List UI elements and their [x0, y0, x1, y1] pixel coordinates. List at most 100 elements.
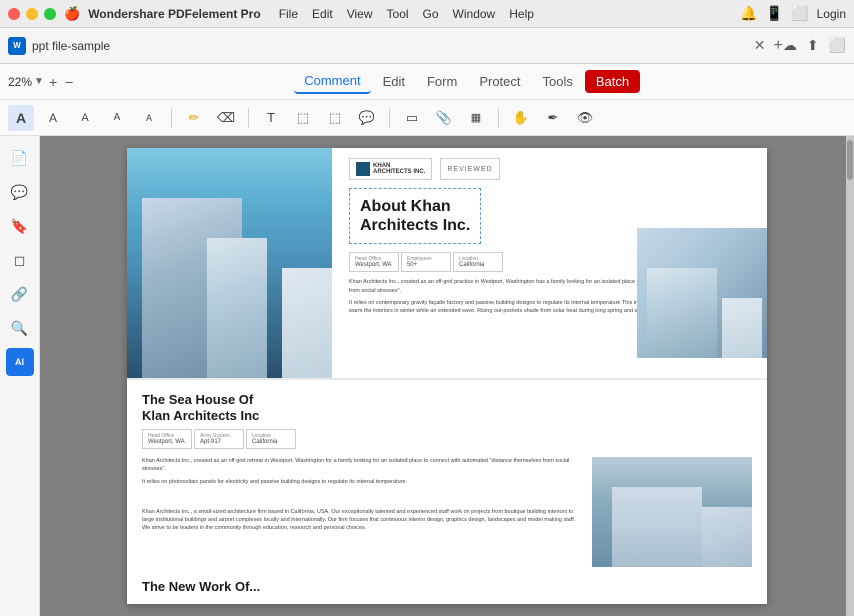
two-col-layout: Khan Architects Inc., created as an off-… — [142, 457, 752, 567]
col-building-shape — [612, 487, 702, 567]
font-style-a4-button[interactable]: A — [136, 105, 162, 131]
page-bottom-section: The Sea House OfKlan Architects Inc Head… — [127, 380, 767, 579]
comment-tool-button[interactable]: 💬 — [354, 105, 380, 131]
building-image-left — [127, 148, 332, 378]
scrollbar[interactable] — [846, 136, 854, 616]
bottom-info-cell-2: Location California — [246, 429, 296, 449]
bottom-body-text-2: It relies on photovoltaic panels for ele… — [142, 478, 580, 486]
menu-view[interactable]: View — [341, 5, 379, 23]
login-button[interactable]: Login — [817, 7, 846, 21]
nav-tabs: Comment Edit Form Protect Tools Batch — [88, 69, 846, 94]
share-icon[interactable]: ⬜ — [791, 5, 808, 22]
sidebar-icon-layers[interactable]: ◻ — [6, 246, 34, 274]
info-cell-2: Location California — [453, 252, 503, 272]
page-footer-section: The New Work Of... — [127, 579, 767, 602]
font-style-bold-button[interactable]: A — [8, 105, 34, 131]
footer-title: The New Work Of... — [142, 579, 752, 594]
text-tool-button[interactable]: T — [258, 105, 284, 131]
menu-go[interactable]: Go — [417, 5, 445, 23]
notification-icon[interactable]: 🔔 — [740, 5, 757, 22]
tab-protect[interactable]: Protect — [469, 70, 530, 93]
tab-batch[interactable]: Batch — [585, 70, 640, 93]
left-sidebar: 📄 💬 🔖 ◻ 🔗 🔍 AI — [0, 136, 40, 616]
app-name: Wondershare PDFelement Pro — [88, 7, 261, 21]
company-logo: KHANARCHITECTS INC. — [349, 158, 432, 180]
zoom-dropdown-icon[interactable]: ▼ — [34, 76, 44, 87]
zoom-in-button[interactable]: + — [46, 74, 60, 90]
bottom-body-text-1: Khan Architects Inc., created as an off-… — [142, 457, 580, 474]
table-tool-button[interactable]: ⬚ — [322, 105, 348, 131]
pen-tool-button[interactable]: ✒ — [540, 105, 566, 131]
menu-window[interactable]: Window — [447, 5, 502, 23]
main-content: 📄 💬 🔖 ◻ 🔗 🔍 AI — [0, 136, 854, 616]
tab-bar: W ppt file-sample ✕ + ☁ ⬆ ⬜ — [0, 28, 854, 64]
sub-toolbar: A A A A A ✏ ⌫ T ⬚ ⬚ 💬 ▭ 📎 ▦ ✋ ✒ 👁 — [0, 100, 854, 136]
bottom-info-cell-0: Head Office Westport, WA — [142, 429, 192, 449]
maximize-button[interactable] — [44, 8, 56, 20]
sidebar-icon-comments[interactable]: 💬 — [6, 178, 34, 206]
upload-icon[interactable]: ⬆ — [807, 37, 819, 54]
page-top-section: KHANARCHITECTS INC. REVIEWED About Khan … — [127, 148, 767, 378]
stamp-tool-button[interactable]: ▦ — [463, 105, 489, 131]
tab-comment[interactable]: Comment — [294, 69, 370, 94]
building-image-right — [637, 228, 767, 358]
apple-icon: 🍎 — [64, 6, 80, 22]
sidebar-icon-pages[interactable]: 📄 — [6, 144, 34, 172]
minimize-button[interactable] — [26, 8, 38, 20]
eraser-tool-button[interactable]: ⌫ — [213, 105, 239, 131]
sidebar-icon-ai[interactable]: AI — [6, 348, 34, 376]
title-bar-right: 🔔 📱 ⬜ Login — [740, 5, 846, 22]
bottom-info-table: Head Office Westport, WA Army System Apt… — [142, 429, 752, 449]
tab-right-icons: ☁ ⬆ ⬜ — [783, 37, 846, 54]
menu-edit[interactable]: Edit — [306, 5, 339, 23]
tab-form[interactable]: Form — [417, 70, 467, 93]
sidebar-icon-search[interactable]: 🔍 — [6, 314, 34, 342]
main-toolbar: 22% ▼ + − Comment Edit Form Protect Tool… — [0, 64, 854, 100]
cloud-icon[interactable]: ☁ — [783, 37, 797, 54]
menu-bar: File Edit View Tool Go Window Help — [273, 5, 741, 23]
bottom-col-image — [592, 457, 752, 567]
separator-2 — [248, 108, 249, 128]
close-button[interactable] — [8, 8, 20, 20]
tab-edit[interactable]: Edit — [373, 70, 415, 93]
highlight-tool-button[interactable]: ✏ — [181, 105, 207, 131]
info-cell-1: Employees 50+ — [401, 252, 451, 272]
zoom-value: 22% — [8, 75, 32, 89]
menu-tool[interactable]: Tool — [381, 5, 415, 23]
bottom-col-text: Khan Architects Inc., created as an off-… — [142, 457, 580, 567]
attach-tool-button[interactable]: 📎 — [431, 105, 457, 131]
info-value-2: California — [459, 262, 497, 268]
menu-file[interactable]: File — [273, 5, 304, 23]
about-title-line1: About Khan — [360, 197, 470, 216]
zoom-out-button[interactable]: − — [62, 74, 76, 90]
info-value-1: 50+ — [407, 262, 445, 268]
separator-3 — [389, 108, 390, 128]
font-style-a1-button[interactable]: A — [40, 105, 66, 131]
preview-tool-button[interactable]: 👁 — [572, 105, 598, 131]
about-title-box: About Khan Architects Inc. — [349, 188, 481, 244]
separator-1 — [171, 108, 172, 128]
about-title-line2: Architects Inc. — [360, 216, 470, 235]
device-icon[interactable]: 📱 — [766, 5, 783, 22]
tab-tools[interactable]: Tools — [533, 70, 583, 93]
tab-add-button[interactable]: + — [773, 37, 782, 55]
page-right-content: KHANARCHITECTS INC. REVIEWED About Khan … — [337, 148, 767, 329]
hand-tool-button[interactable]: ✋ — [508, 105, 534, 131]
menu-help[interactable]: Help — [503, 5, 540, 23]
scroll-thumb[interactable] — [847, 140, 853, 180]
rect-tool-button[interactable]: ▭ — [399, 105, 425, 131]
pdf-page: KHANARCHITECTS INC. REVIEWED About Khan … — [127, 148, 767, 604]
tab-close-button[interactable]: ✕ — [754, 37, 766, 54]
sidebar-icon-bookmarks[interactable]: 🔖 — [6, 212, 34, 240]
tab-label[interactable]: ppt file-sample — [32, 39, 754, 53]
traffic-lights — [8, 8, 56, 20]
font-style-a2-button[interactable]: A — [72, 105, 98, 131]
document-area: KHANARCHITECTS INC. REVIEWED About Khan … — [40, 136, 854, 616]
expand-icon[interactable]: ⬜ — [829, 37, 846, 54]
section-title: The Sea House OfKlan Architects Inc — [142, 392, 752, 423]
font-style-a3-button[interactable]: A — [104, 105, 130, 131]
callout-tool-button[interactable]: ⬚ — [290, 105, 316, 131]
zoom-control: 22% ▼ + − — [8, 74, 76, 90]
sidebar-icon-links[interactable]: 🔗 — [6, 280, 34, 308]
separator-4 — [498, 108, 499, 128]
